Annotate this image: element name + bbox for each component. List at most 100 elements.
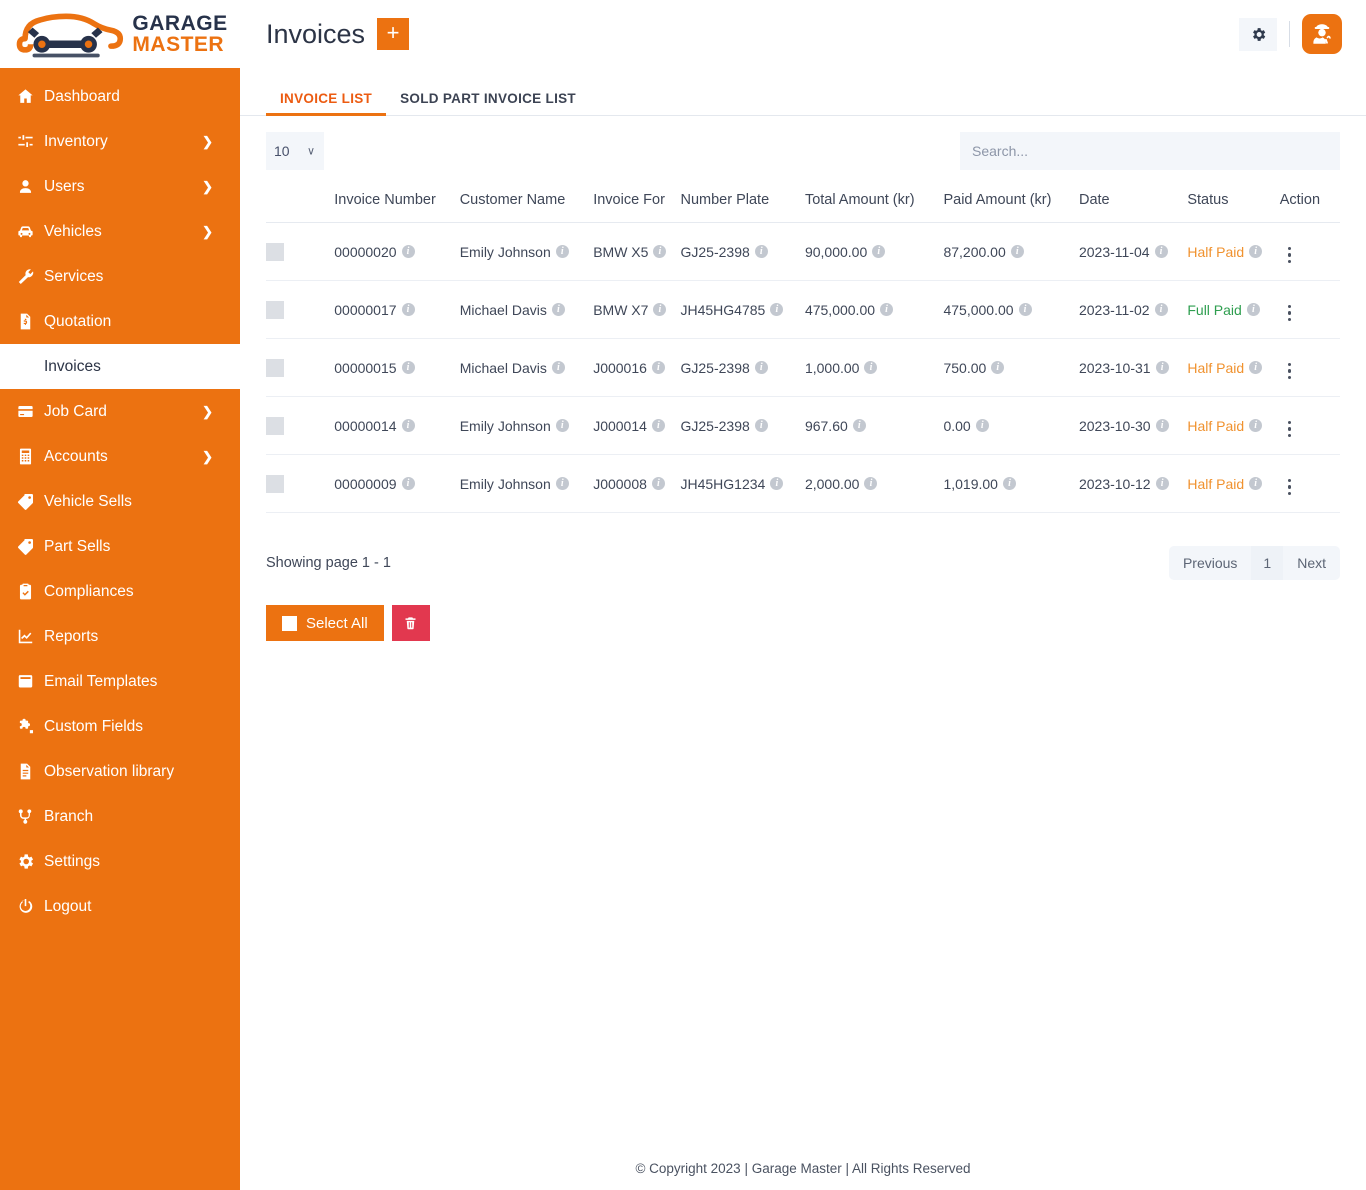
info-icon[interactable]: i [401, 477, 415, 491]
info-icon[interactable]: i [770, 303, 784, 317]
info-icon[interactable]: i [880, 303, 894, 317]
info-icon[interactable]: i [651, 419, 665, 433]
sidebar-item-accounts[interactable]: Accounts ❯ [0, 434, 240, 479]
info-icon[interactable]: i [551, 303, 565, 317]
row-checkbox[interactable] [266, 242, 284, 261]
info-icon[interactable]: i [1155, 419, 1169, 433]
column-paid-amount[interactable]: Paid Amount (kr) [943, 192, 1079, 223]
search-input[interactable] [960, 132, 1340, 170]
info-icon[interactable]: i [1249, 245, 1263, 259]
info-icon[interactable]: i [852, 419, 866, 433]
info-icon[interactable]: i [1246, 303, 1260, 317]
info-icon[interactable]: i [651, 361, 665, 375]
date-cell: 2023-10-12 i [1079, 455, 1187, 513]
sidebar-item-custom-fields[interactable]: Custom Fields [0, 704, 240, 749]
sidebar-item-observation-library[interactable]: Observation library [0, 749, 240, 794]
sidebar-item-dashboard[interactable]: Dashboard [0, 74, 240, 119]
info-icon[interactable]: i [401, 245, 415, 259]
info-icon[interactable]: i [401, 303, 415, 317]
info-icon[interactable]: i [754, 361, 768, 375]
sidebar-item-services[interactable]: Services [0, 254, 240, 299]
row-checkbox[interactable] [266, 358, 284, 377]
row-action-menu-button[interactable] [1280, 418, 1300, 441]
row-action-menu-button[interactable] [1280, 360, 1300, 383]
sidebar-item-label: Email Templates [44, 672, 158, 690]
page-number-1[interactable]: 1 [1251, 546, 1284, 580]
info-icon[interactable]: i [555, 245, 569, 259]
sidebar-item-inventory[interactable]: Inventory ❯ [0, 119, 240, 164]
customer-name-value: Emily Johnson [459, 475, 551, 492]
info-icon[interactable]: i [1018, 303, 1032, 317]
info-icon[interactable]: i [1010, 245, 1024, 259]
row-action-menu-button[interactable] [1280, 244, 1300, 267]
info-icon[interactable]: i [975, 419, 989, 433]
brand-logo-area[interactable]: GARAGE MASTER [0, 0, 240, 68]
column-invoice-for[interactable]: Invoice For [593, 192, 680, 223]
calculator-icon [16, 447, 42, 466]
brand-line2: MASTER [132, 33, 225, 56]
column-status[interactable]: Status [1187, 192, 1279, 223]
sidebar-item-vehicle-sells[interactable]: Vehicle Sells [0, 479, 240, 524]
sidebar-item-logout[interactable]: Logout [0, 884, 240, 929]
info-icon[interactable]: i [1154, 303, 1168, 317]
delete-selected-button[interactable] [391, 605, 430, 641]
info-icon[interactable]: i [1154, 245, 1168, 259]
info-icon[interactable]: i [401, 419, 415, 433]
sidebar-item-vehicles[interactable]: Vehicles ❯ [0, 209, 240, 254]
info-icon[interactable]: i [1002, 477, 1016, 491]
tab-sold-part-invoice-list[interactable]: SOLD PART INVOICE LIST [386, 91, 590, 115]
info-icon[interactable]: i [551, 361, 565, 375]
column-date[interactable]: Date [1079, 192, 1187, 223]
avatar[interactable] [1302, 14, 1342, 54]
info-icon[interactable]: i [653, 245, 667, 259]
info-icon[interactable]: i [991, 361, 1005, 375]
column-customer-name[interactable]: Customer Name [460, 192, 593, 223]
sidebar-item-settings[interactable]: Settings [0, 839, 240, 884]
sidebar-item-invoices[interactable]: Invoices [0, 344, 240, 389]
row-action-menu-button[interactable] [1280, 476, 1300, 499]
next-page-button[interactable]: Next [1283, 546, 1340, 580]
customer-name-value: Emily Johnson [459, 417, 551, 434]
info-icon[interactable]: i [1155, 477, 1169, 491]
info-icon[interactable]: i [864, 477, 878, 491]
info-icon[interactable]: i [555, 419, 569, 433]
select-all-button[interactable]: Select All [266, 605, 384, 641]
sidebar-item-compliances[interactable]: Compliances [0, 569, 240, 614]
info-icon[interactable]: i [754, 245, 768, 259]
info-icon[interactable]: i [864, 361, 878, 375]
info-icon[interactable]: i [401, 361, 415, 375]
previous-page-button[interactable]: Previous [1168, 546, 1252, 580]
info-icon[interactable]: i [770, 477, 784, 491]
sidebar-item-quotation[interactable]: Quotation [0, 299, 240, 344]
sidebar-item-branch[interactable]: Branch [0, 794, 240, 839]
add-invoice-button[interactable]: + [377, 18, 410, 50]
row-checkbox[interactable] [266, 416, 284, 435]
info-icon[interactable]: i [1249, 419, 1263, 433]
info-icon[interactable]: i [653, 303, 667, 317]
row-action-menu-button[interactable] [1280, 302, 1300, 325]
settings-button[interactable] [1239, 17, 1277, 51]
tab-invoice-list[interactable]: INVOICE LIST [266, 91, 387, 116]
row-checkbox[interactable] [266, 300, 284, 319]
info-icon[interactable]: i [872, 245, 886, 259]
column-number-plate[interactable]: Number Plate [681, 192, 805, 223]
column-action: Action [1279, 192, 1321, 208]
sidebar-item-users[interactable]: Users ❯ [0, 164, 240, 209]
info-icon[interactable]: i [754, 419, 768, 433]
info-icon[interactable]: i [1155, 361, 1169, 375]
info-icon[interactable]: i [1249, 477, 1263, 491]
info-icon[interactable]: i [1249, 361, 1263, 375]
row-checkbox[interactable] [266, 474, 284, 493]
column-invoice-number[interactable]: Invoice Number [334, 192, 459, 223]
sidebar-item-email-templates[interactable]: Email Templates [0, 659, 240, 704]
sidebar-item-label: Vehicle Sells [44, 492, 132, 510]
sidebar-item-job-card[interactable]: Job Card ❯ [0, 389, 240, 434]
sidebar-item-part-sells[interactable]: Part Sells [0, 524, 240, 569]
page-length-select[interactable]: 102550100 [266, 132, 324, 170]
column-total-amount[interactable]: Total Amount (kr) [805, 192, 944, 223]
sidebar-item-reports[interactable]: Reports [0, 614, 240, 659]
info-icon[interactable]: i [651, 477, 665, 491]
info-icon[interactable]: i [555, 477, 569, 491]
customer-name-value: Michael Davis [459, 359, 547, 376]
document-icon [16, 762, 42, 781]
